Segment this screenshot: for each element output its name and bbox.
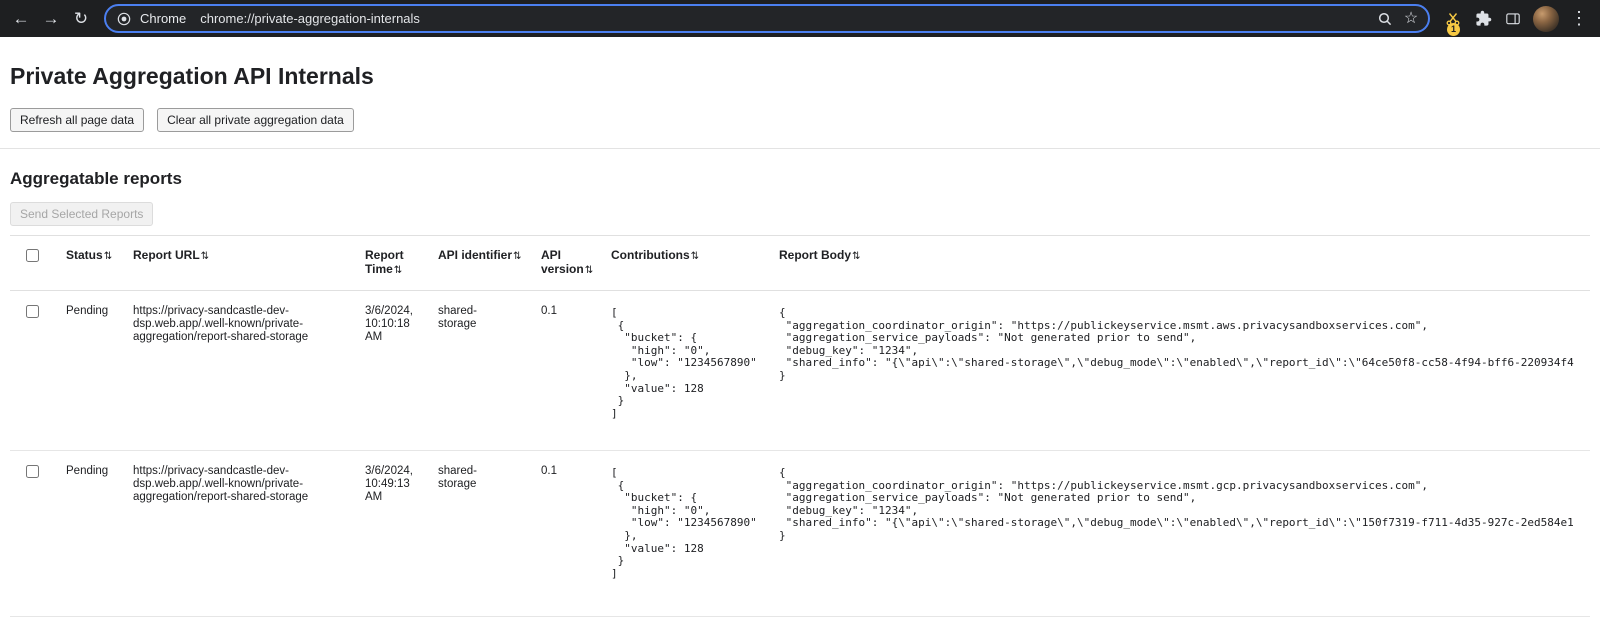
cell-api-identifier: shared-storage bbox=[428, 291, 531, 451]
row-checkbox[interactable] bbox=[26, 305, 39, 318]
search-icon[interactable] bbox=[1372, 6, 1398, 32]
sort-icon: ⇅ bbox=[691, 251, 699, 262]
reload-icon: ↻ bbox=[74, 9, 88, 29]
refresh-all-button[interactable]: Refresh all page data bbox=[10, 108, 144, 132]
back-icon: ← bbox=[13, 9, 30, 29]
sort-icon: ⇅ bbox=[852, 251, 860, 262]
table-header-row: Status⇅ Report URL⇅ Report Time⇅ API ide… bbox=[10, 236, 1590, 291]
report-url-text: https://privacy-sandcastle-dev-dsp.web.a… bbox=[133, 305, 339, 344]
cell-report-time: 3/6/2024, 10:10:18 AM bbox=[355, 291, 428, 451]
header-report-body-label: Report Body bbox=[779, 248, 851, 262]
cell-report-url: https://privacy-sandcastle-dev-dsp.web.a… bbox=[123, 451, 355, 617]
section-heading: Aggregatable reports bbox=[10, 169, 1590, 189]
back-button[interactable]: ← bbox=[6, 4, 36, 34]
aggregatable-reports-table: Status⇅ Report URL⇅ Report Time⇅ API ide… bbox=[10, 235, 1590, 617]
bookmark-star-icon[interactable]: ☆ bbox=[1398, 6, 1424, 32]
contributions-json: [ { "bucket": { "high": "0", "low": "123… bbox=[611, 307, 761, 420]
table-row: Pending https://privacy-sandcastle-dev-d… bbox=[10, 291, 1590, 451]
header-api-identifier-label: API identifier bbox=[438, 248, 512, 262]
section-divider bbox=[0, 148, 1600, 149]
browser-toolbar: ← → ↻ Chrome chrome://private-aggregatio… bbox=[0, 0, 1600, 37]
page-content: Private Aggregation API Internals Refres… bbox=[0, 63, 1600, 617]
header-report-url-label: Report URL bbox=[133, 248, 200, 262]
report-time-text: 3/6/2024, 10:10:18 AM bbox=[365, 305, 420, 344]
cell-report-time: 3/6/2024, 10:49:13 AM bbox=[355, 451, 428, 617]
omnibox[interactable]: Chrome chrome://private-aggregation-inte… bbox=[104, 4, 1430, 33]
report-body-json: { "aggregation_coordinator_origin": "htt… bbox=[779, 307, 1582, 383]
header-status-label: Status bbox=[66, 248, 103, 262]
cell-report-body: { "aggregation_coordinator_origin": "htt… bbox=[769, 451, 1590, 617]
send-selected-reports-button[interactable]: Send Selected Reports bbox=[10, 202, 153, 226]
header-contributions[interactable]: Contributions⇅ bbox=[601, 236, 769, 291]
header-api-version[interactable]: API version⇅ bbox=[531, 236, 601, 291]
page-actions: Refresh all page data Clear all private … bbox=[10, 108, 1590, 132]
cell-api-version: 0.1 bbox=[531, 291, 601, 451]
cell-status: Pending bbox=[56, 451, 123, 617]
contributions-json: [ { "bucket": { "high": "0", "low": "123… bbox=[611, 467, 761, 580]
extensions-puzzle-icon[interactable] bbox=[1468, 4, 1498, 34]
report-body-json: { "aggregation_coordinator_origin": "htt… bbox=[779, 467, 1582, 543]
menu-dots-glyph: ⋮ bbox=[1570, 8, 1588, 29]
header-api-version-label: API version bbox=[541, 248, 584, 276]
cell-contributions: [ { "bucket": { "high": "0", "low": "123… bbox=[601, 451, 769, 617]
header-select-all bbox=[10, 236, 56, 291]
select-all-checkbox[interactable] bbox=[26, 249, 39, 262]
cell-select bbox=[10, 291, 56, 451]
sort-icon: ⇅ bbox=[201, 251, 209, 262]
sort-icon: ⇅ bbox=[394, 265, 402, 276]
table-row: Pending https://privacy-sandcastle-dev-d… bbox=[10, 451, 1590, 617]
clear-all-button[interactable]: Clear all private aggregation data bbox=[157, 108, 354, 132]
chrome-logo-icon bbox=[116, 11, 132, 27]
header-status[interactable]: Status⇅ bbox=[56, 236, 123, 291]
profile-avatar[interactable] bbox=[1533, 6, 1559, 32]
extension-badge: 1 bbox=[1447, 23, 1460, 36]
sort-icon: ⇅ bbox=[513, 251, 521, 262]
forward-button[interactable]: → bbox=[36, 4, 66, 34]
cell-select bbox=[10, 451, 56, 617]
header-report-body[interactable]: Report Body⇅ bbox=[769, 236, 1590, 291]
cell-api-version: 0.1 bbox=[531, 451, 601, 617]
reload-button[interactable]: ↻ bbox=[66, 4, 96, 34]
cell-status: Pending bbox=[56, 291, 123, 451]
forward-icon: → bbox=[43, 9, 60, 29]
sort-icon: ⇅ bbox=[104, 251, 112, 262]
header-api-identifier[interactable]: API identifier⇅ bbox=[428, 236, 531, 291]
page-title: Private Aggregation API Internals bbox=[10, 63, 1590, 90]
cell-api-identifier: shared-storage bbox=[428, 451, 531, 617]
header-report-url[interactable]: Report URL⇅ bbox=[123, 236, 355, 291]
cell-report-body: { "aggregation_coordinator_origin": "htt… bbox=[769, 291, 1590, 451]
url-text: chrome://private-aggregation-internals bbox=[200, 11, 420, 26]
side-panel-icon[interactable] bbox=[1498, 4, 1528, 34]
row-checkbox[interactable] bbox=[26, 465, 39, 478]
menu-dots-icon[interactable]: ⋮ bbox=[1564, 4, 1594, 34]
api-identifier-text: shared-storage bbox=[438, 305, 498, 331]
cell-report-url: https://privacy-sandcastle-dev-dsp.web.a… bbox=[123, 291, 355, 451]
chrome-label: Chrome bbox=[140, 11, 186, 26]
api-identifier-text: shared-storage bbox=[438, 465, 498, 491]
sort-icon: ⇅ bbox=[585, 265, 593, 276]
header-report-time[interactable]: Report Time⇅ bbox=[355, 236, 428, 291]
report-time-text: 3/6/2024, 10:49:13 AM bbox=[365, 465, 420, 504]
cell-contributions: [ { "bucket": { "high": "0", "low": "123… bbox=[601, 291, 769, 451]
header-contributions-label: Contributions bbox=[611, 248, 690, 262]
extension-action-icon[interactable]: 1 bbox=[1438, 4, 1468, 34]
report-url-text: https://privacy-sandcastle-dev-dsp.web.a… bbox=[133, 465, 339, 504]
